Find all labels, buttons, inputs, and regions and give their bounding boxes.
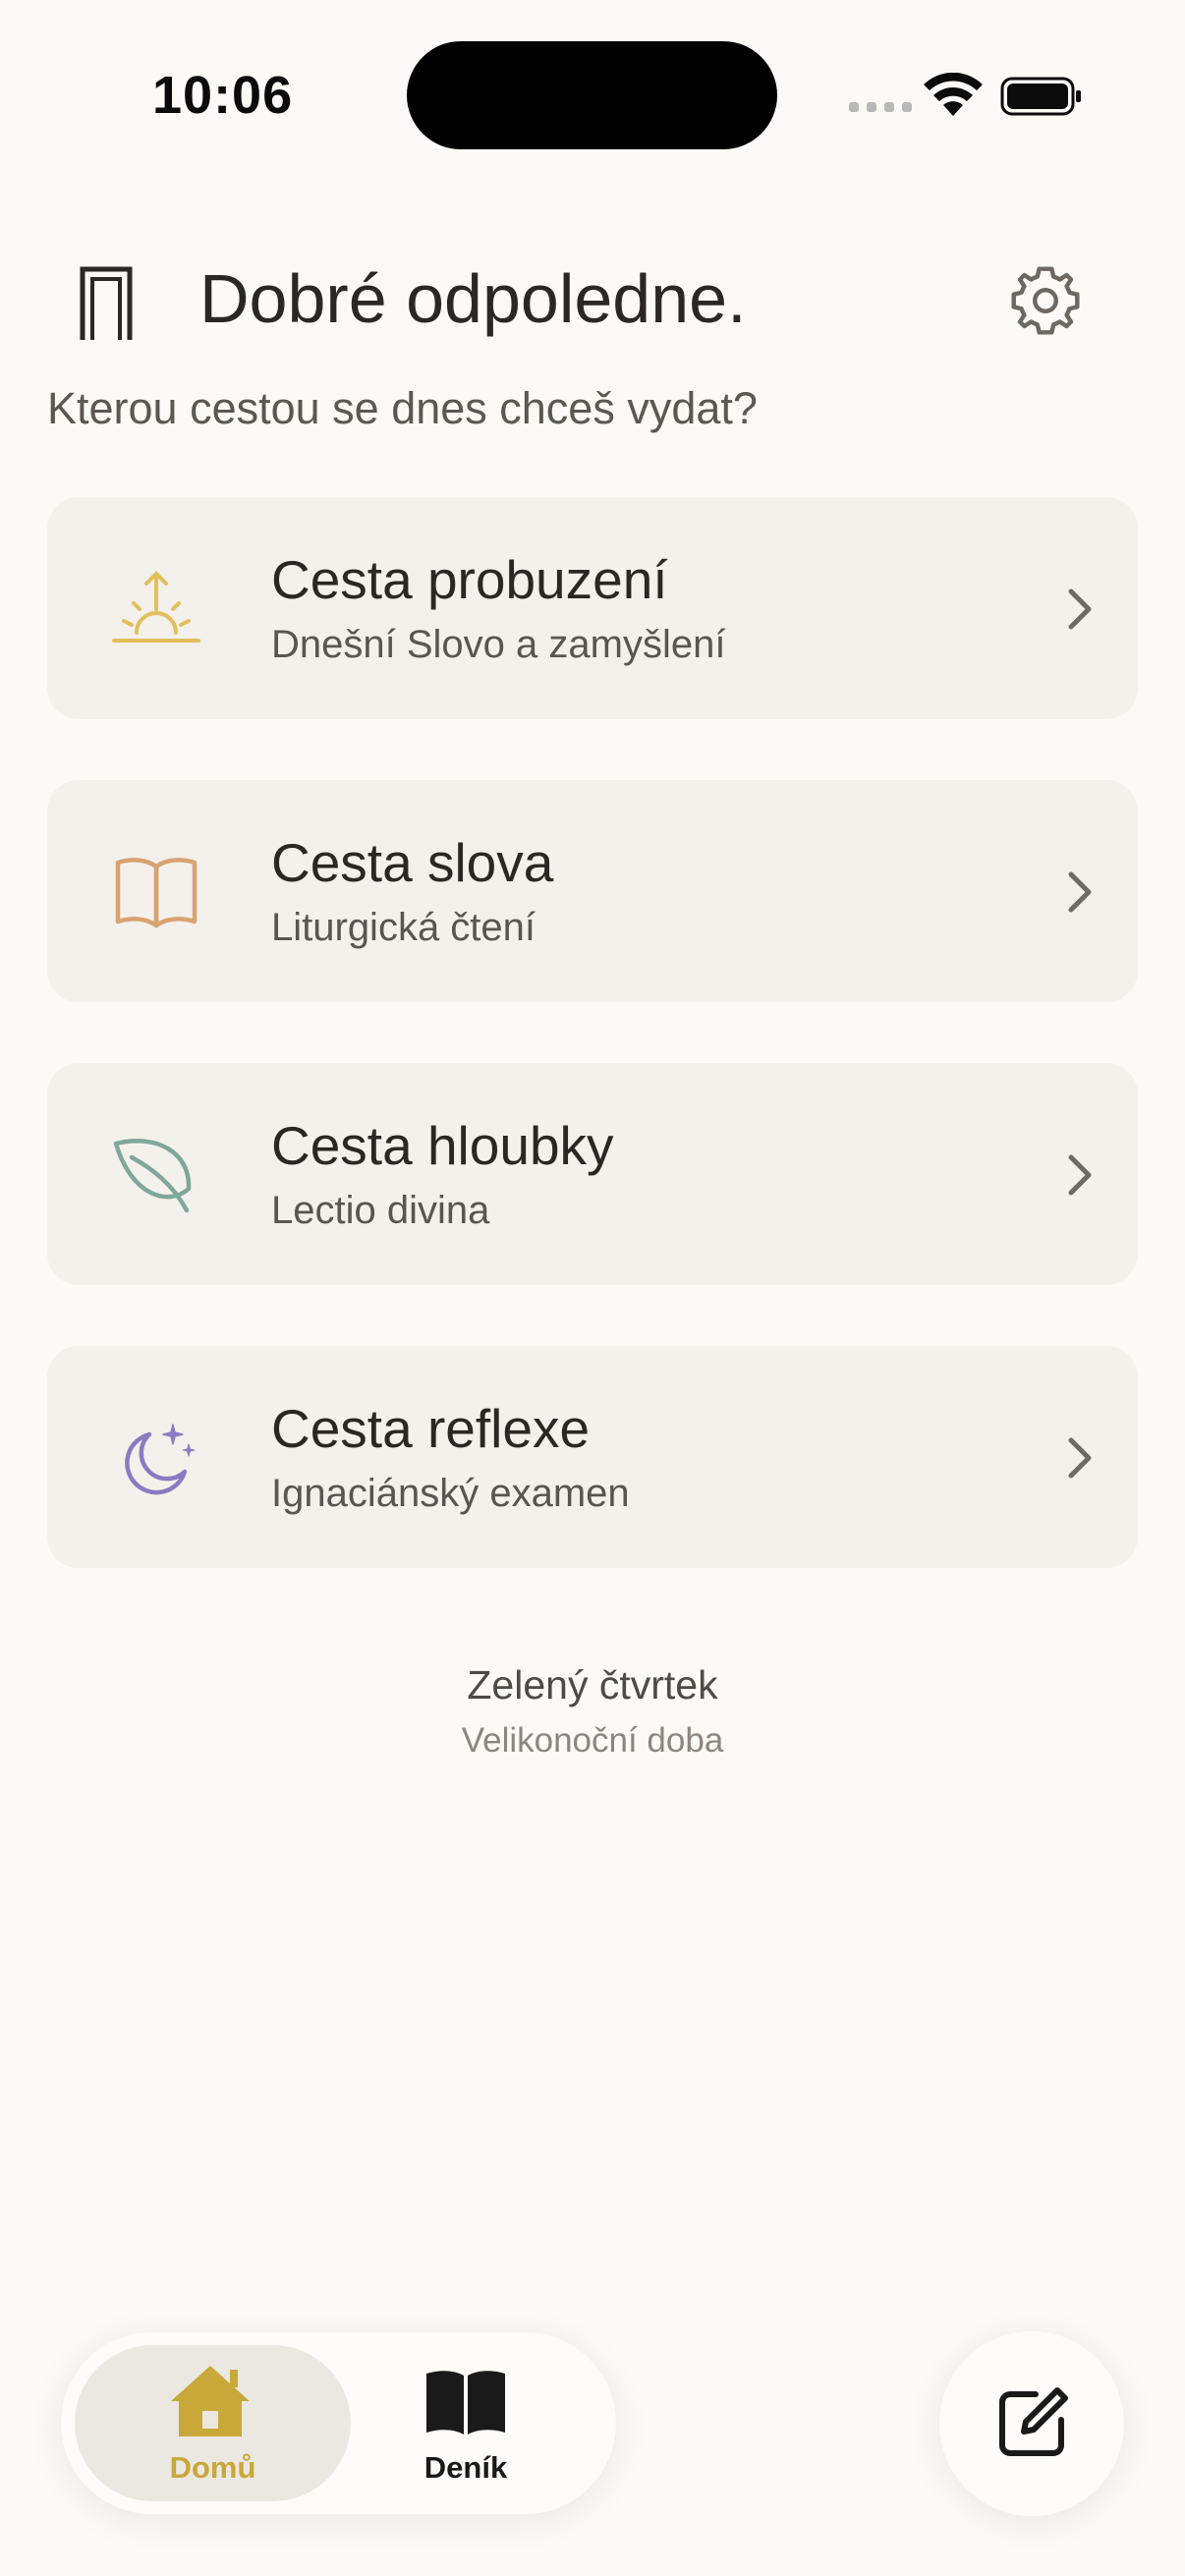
tab-home-label: Domů <box>169 2450 256 2485</box>
home-icon <box>171 2366 250 2436</box>
path-card-reflection[interactable]: Cesta reflexe Ignaciánský examen <box>47 1346 1138 1568</box>
path-card-word[interactable]: Cesta slova Liturgická čtení <box>47 780 1138 1002</box>
path-card-awakening[interactable]: Cesta probuzení Dnešní Slovo a zamyšlení <box>47 497 1138 719</box>
compose-icon <box>999 2387 1068 2456</box>
path-title: Cesta slova <box>271 832 554 893</box>
settings-gear-icon[interactable] <box>1008 263 1083 338</box>
book-icon[interactable] <box>424 2368 507 2436</box>
greeting-title: Dobré odpoledne. <box>199 260 747 337</box>
chevron-right-icon <box>1068 1154 1092 1196</box>
cellular-signal-icon <box>849 102 912 112</box>
path-subtitle: Liturgická čtení <box>271 906 536 949</box>
moon-stars-icon <box>125 1424 196 1495</box>
path-subtitle: Lectio divina <box>271 1189 490 1232</box>
wifi-icon <box>924 73 983 116</box>
path-title: Cesta hloubky <box>271 1115 614 1176</box>
open-book-icon <box>115 858 198 928</box>
liturgical-day-name: Zelený čtvrtek <box>467 1662 718 1708</box>
chevron-right-icon <box>1068 1437 1092 1479</box>
chevron-right-icon <box>1068 588 1092 630</box>
dynamic-island <box>407 41 777 149</box>
sunrise-icon <box>112 571 200 643</box>
path-subtitle: Dnešní Slovo a zamyšlení <box>271 623 726 666</box>
path-subtitle: Ignaciánský examen <box>271 1472 630 1515</box>
path-title: Cesta probuzení <box>271 549 668 610</box>
path-card-depth[interactable]: Cesta hloubky Lectio divina <box>47 1063 1138 1285</box>
compose-button[interactable] <box>939 2331 1124 2516</box>
path-question: Kterou cestou se dnes chceš vydat? <box>47 383 758 433</box>
path-title: Cesta reflexe <box>271 1398 591 1459</box>
leaf-icon <box>113 1139 192 1213</box>
liturgical-season: Velikonoční doba <box>461 1721 724 1760</box>
gate-logo-icon <box>80 266 133 340</box>
tab-journal-label[interactable]: Deník <box>367 2450 564 2486</box>
status-time: 10:06 <box>152 66 294 125</box>
battery-icon <box>1000 77 1081 116</box>
chevron-right-icon <box>1068 871 1092 913</box>
